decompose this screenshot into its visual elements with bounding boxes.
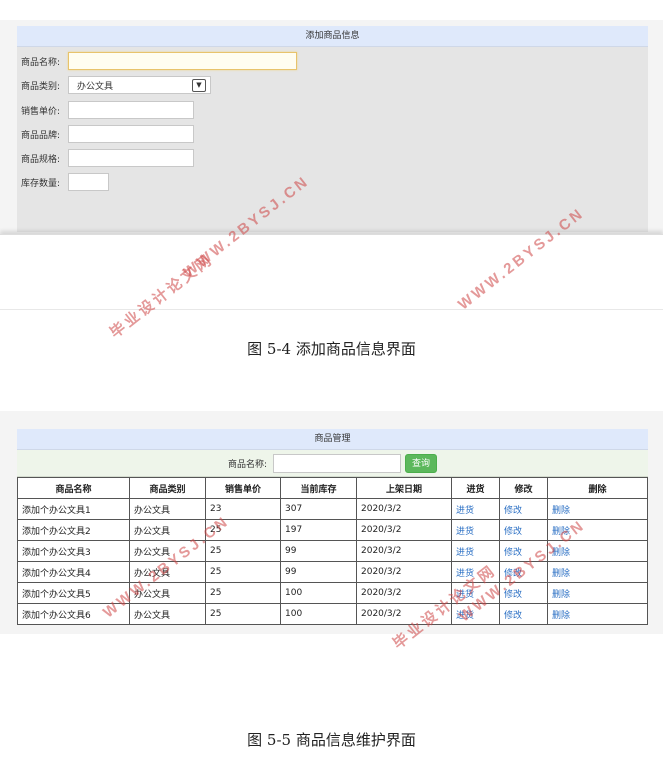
cell-category: 办公文具 [129,561,206,583]
column-header: 当前库存 [280,477,357,499]
column-header: 修改 [499,477,548,499]
cell-stock: 307 [280,498,357,520]
form-row-category: 商品类别: 办公文具 ▼ [21,76,211,94]
table-row: 添加个办公文具3 办公文具 25 99 2020/3/2 进货 修改 删除 [17,540,648,562]
form-row-product-name: 商品名称: [21,52,297,70]
panel-title: 商品管理 [17,429,648,450]
restock-link[interactable]: 进货 [451,498,500,520]
category-select[interactable]: 办公文具 ▼ [68,76,211,94]
edit-link[interactable]: 修改 [499,498,548,520]
field-label: 商品名称: [21,57,61,68]
chevron-down-icon[interactable]: ▼ [192,78,206,92]
cell-name: 添加个办公文具3 [17,540,130,562]
column-header: 删除 [547,477,648,499]
table-row: 添加个办公文具5 办公文具 25 100 2020/3/2 进货 修改 删除 [17,582,648,604]
column-header: 上架日期 [356,477,452,499]
delete-link[interactable]: 删除 [547,603,648,625]
restock-link[interactable]: 进货 [451,540,500,562]
cell-date: 2020/3/2 [356,582,452,604]
cell-stock: 99 [280,540,357,562]
cell-name: 添加个办公文具4 [17,561,130,583]
form-row-brand: 商品品牌: [21,125,194,143]
cell-price: 25 [205,561,281,583]
restock-link[interactable]: 进货 [451,603,500,625]
figure-caption-5-5: 图 5-5 商品信息维护界面 [247,731,416,749]
cell-category: 办公文具 [129,603,206,625]
cell-name: 添加个办公文具6 [17,603,130,625]
cell-category: 办公文具 [129,540,206,562]
field-label: 商品规格: [21,154,61,165]
cell-price: 25 [205,540,281,562]
field-label: 商品类别: [21,81,61,92]
torn-edge [0,234,663,310]
category-selected-value: 办公文具 [77,81,114,92]
table-row: 添加个办公文具1 办公文具 23 307 2020/3/2 进货 修改 删除 [17,498,648,520]
product-name-input[interactable] [68,52,297,70]
add-product-screenshot: 添加商品信息 商品名称: 商品类别: 办公文具 ▼ 销售单价: 商品品牌: 商品… [0,20,663,310]
delete-link[interactable]: 删除 [547,540,648,562]
product-manage-panel: 商品管理 商品名称: 查询 商品名称 商品类别 销售单价 当前库存 上架日期 进… [17,429,648,634]
delete-link[interactable]: 删除 [547,582,648,604]
column-header: 商品类别 [129,477,206,499]
form-row-stock: 库存数量: [21,173,109,191]
delete-link[interactable]: 删除 [547,561,648,583]
cell-name: 添加个办公文具5 [17,582,130,604]
column-header: 商品名称 [17,477,130,499]
delete-link[interactable]: 删除 [547,498,648,520]
brand-input[interactable] [68,125,194,143]
cell-date: 2020/3/2 [356,498,452,520]
cell-stock: 100 [280,603,357,625]
edit-link[interactable]: 修改 [499,582,548,604]
cell-name: 添加个办公文具1 [17,498,130,520]
panel-title: 添加商品信息 [17,26,648,47]
divider [0,309,663,310]
cell-price: 25 [205,603,281,625]
cell-date: 2020/3/2 [356,540,452,562]
product-manage-screenshot: 商品管理 商品名称: 查询 商品名称 商品类别 销售单价 当前库存 上架日期 进… [0,411,663,634]
table-row: 添加个办公文具4 办公文具 25 99 2020/3/2 进货 修改 删除 [17,561,648,583]
form-row-price: 销售单价: [21,101,194,119]
cell-stock: 197 [280,519,357,541]
cell-stock: 100 [280,582,357,604]
restock-link[interactable]: 进货 [451,561,500,583]
field-label: 销售单价: [21,106,61,117]
query-button[interactable]: 查询 [405,453,438,473]
cell-date: 2020/3/2 [356,561,452,583]
edit-link[interactable]: 修改 [499,540,548,562]
search-input[interactable] [273,453,402,473]
field-label: 库存数量: [21,178,61,189]
figure-caption-5-4: 图 5-4 添加商品信息界面 [247,340,416,358]
restock-link[interactable]: 进货 [451,582,500,604]
edit-link[interactable]: 修改 [499,561,548,583]
delete-link[interactable]: 删除 [547,519,648,541]
cell-category: 办公文具 [129,498,206,520]
table-row: 添加个办公文具2 办公文具 25 197 2020/3/2 进货 修改 删除 [17,519,648,541]
cell-price: 25 [205,582,281,604]
cell-name: 添加个办公文具2 [17,519,130,541]
cell-date: 2020/3/2 [356,519,452,541]
search-label: 商品名称: [227,459,268,470]
cell-stock: 99 [280,561,357,583]
column-header: 进货 [451,477,500,499]
cell-price: 25 [205,519,281,541]
cell-price: 23 [205,498,281,520]
edit-link[interactable]: 修改 [499,603,548,625]
price-input[interactable] [68,101,194,119]
edit-link[interactable]: 修改 [499,519,548,541]
column-header: 销售单价 [205,477,281,499]
table-header-row: 商品名称 商品类别 销售单价 当前库存 上架日期 进货 修改 删除 [17,477,648,499]
form-row-spec: 商品规格: [21,149,194,167]
cell-date: 2020/3/2 [356,603,452,625]
cell-category: 办公文具 [129,519,206,541]
field-label: 商品品牌: [21,130,61,141]
table-row: 添加个办公文具6 办公文具 25 100 2020/3/2 进货 修改 删除 [17,603,648,625]
add-product-panel: 添加商品信息 商品名称: 商品类别: 办公文具 ▼ 销售单价: 商品品牌: 商品… [17,26,648,232]
spec-input[interactable] [68,149,194,167]
search-bar: 商品名称: 查询 [17,450,648,477]
restock-link[interactable]: 进货 [451,519,500,541]
cell-category: 办公文具 [129,582,206,604]
product-table: 商品名称 商品类别 销售单价 当前库存 上架日期 进货 修改 删除 添加个办公文… [17,477,648,625]
stock-input[interactable] [68,173,109,191]
